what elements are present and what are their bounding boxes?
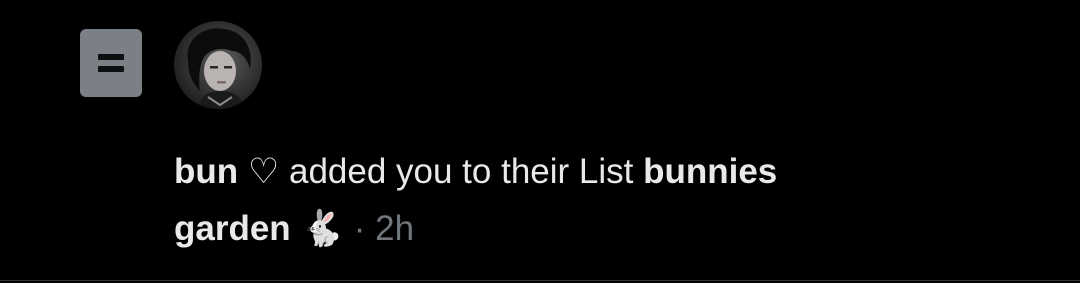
list-name-part1[interactable]: bunnies [643,152,777,191]
timestamp: 2h [375,209,415,248]
list-icon [80,29,142,97]
list-icon-bar [98,54,124,60]
actor-name[interactable]: bun ♡ [174,152,279,191]
rabbit-emoji: 🐇 [300,209,345,249]
notification-text: bun ♡ added you to their List bunnies gar… [174,143,1034,258]
avatar-image [187,28,251,109]
list-icon-bar [98,66,124,72]
list-name-part2[interactable]: garden [174,209,291,248]
user-avatar[interactable] [174,21,262,109]
list-added-notification[interactable]: bun ♡ added you to their List bunnies gar… [0,0,1080,283]
action-text: added you to their List [279,152,644,191]
divider [0,280,1080,281]
separator-dot: · [344,209,376,248]
